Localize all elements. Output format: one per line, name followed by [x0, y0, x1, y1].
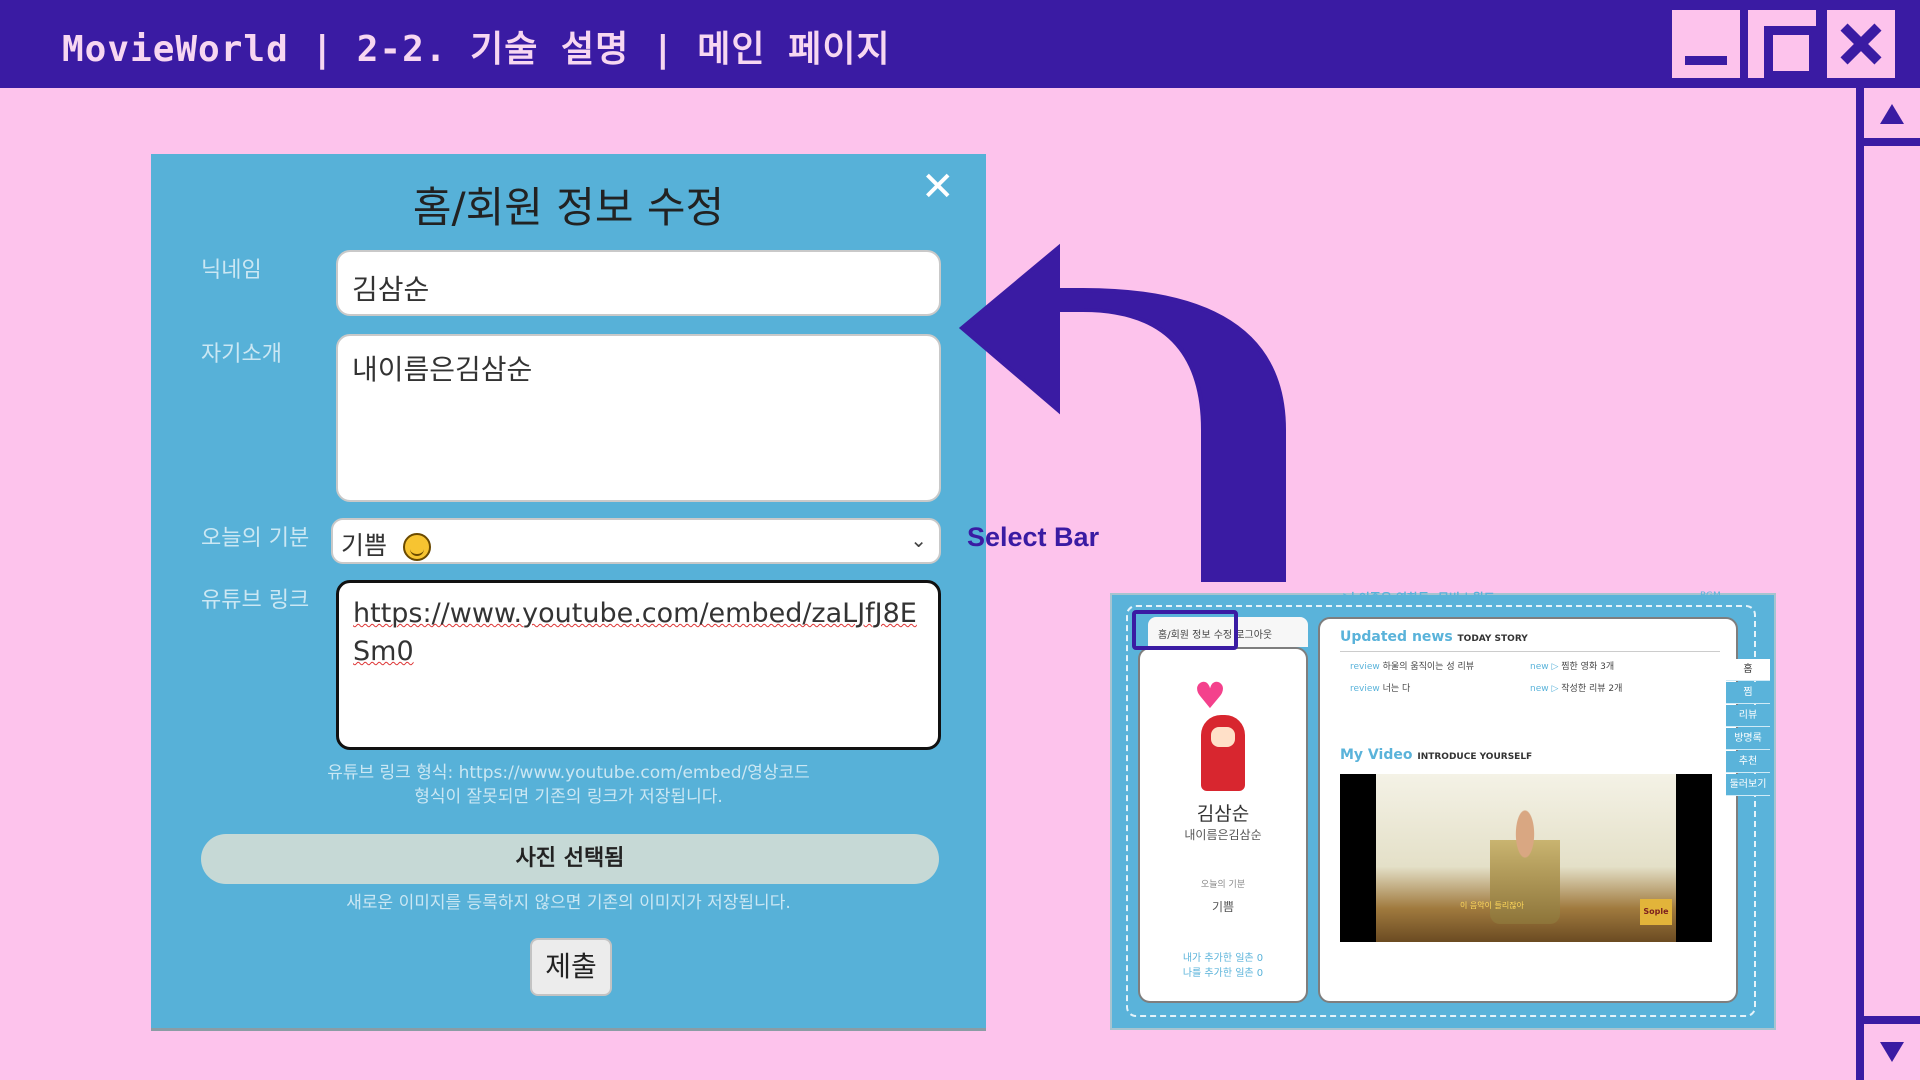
- preview-intro: 내이름은김삼순: [1184, 828, 1262, 842]
- updated-news-title: Updated news: [1340, 629, 1453, 645]
- preview-site-title: ♪ㅏ이좋은 영화들, 무비 | 월드: [1340, 591, 1495, 605]
- heart-icon: ♥: [1193, 676, 1227, 717]
- today-story-label: TODAY STORY: [1457, 634, 1528, 644]
- preview-bgm[interactable]: BGM: [1700, 591, 1721, 601]
- news-item[interactable]: review 하울의 움직이는 성 리뷰: [1350, 659, 1474, 672]
- news-text: 너는 다: [1382, 684, 1411, 694]
- my-video-title: My Video: [1340, 747, 1413, 763]
- news-tag: review: [1350, 684, 1380, 694]
- news-tag: new ▷: [1530, 684, 1559, 694]
- preview-content-panel: ♪ㅏ이좋은 영화들, 무비 | 월드 BGM Updated news TODA…: [1318, 591, 1738, 1003]
- avatar: ♥: [1183, 676, 1263, 793]
- preview-my-video: My Video INTRODUCE YOURSELF: [1340, 747, 1532, 763]
- introduce-label: INTRODUCE YOURSELF: [1417, 752, 1533, 762]
- preview-other-ilchon: 나를 추가한 일촌 0: [1182, 968, 1264, 979]
- news-tag: review: [1350, 662, 1380, 672]
- preview-mood-label: 오늘의 기분: [1200, 880, 1246, 890]
- news-text: 하울의 움직이는 성 리뷰: [1382, 662, 1475, 672]
- preview-side-tab-review[interactable]: 리뷰: [1726, 705, 1770, 727]
- news-text: 작성한 리뷰 2개: [1561, 684, 1623, 694]
- news-item[interactable]: new ▷ 찜한 영화 3개: [1530, 659, 1614, 672]
- video-logo: Sople: [1640, 899, 1672, 925]
- select-bar-highlight: [1132, 610, 1238, 650]
- avatar-face: [1211, 727, 1235, 747]
- preview-side-tab-browse[interactable]: 둘러보기: [1726, 774, 1770, 796]
- preview-side-tab-guestbook[interactable]: 방명록: [1726, 728, 1770, 750]
- preview-side-tab-wish[interactable]: 찜: [1726, 682, 1770, 704]
- main-page-preview: 홈/회원 정보 수정 로그아웃 ♥ 김삼순 내이름은김삼순 오늘의 기분 기쁨 …: [1110, 591, 1776, 1030]
- preview-mood-value: 기쁨: [1211, 900, 1235, 914]
- preview-updated-news: Updated news TODAY STORY: [1340, 629, 1528, 645]
- preview-profile-panel: ♥ 김삼순 내이름은김삼순 오늘의 기분 기쁨 내가 추가한 일촌 0 나를 추…: [1138, 647, 1308, 1003]
- video-caption: 이 음악이 들리잖아: [1460, 901, 1524, 910]
- news-item[interactable]: new ▷ 작성한 리뷰 2개: [1530, 681, 1622, 694]
- preview-name: 김삼순: [1196, 803, 1250, 825]
- news-item[interactable]: review 너는 다: [1350, 681, 1410, 694]
- preview-tab-logout[interactable]: 로그아웃: [1235, 630, 1272, 641]
- news-text: 찜한 영화 3개: [1561, 662, 1615, 672]
- news-divider: [1340, 651, 1720, 652]
- preview-frame: 홈/회원 정보 수정 로그아웃 ♥ 김삼순 내이름은김삼순 오늘의 기분 기쁨 …: [1126, 591, 1756, 1017]
- preview-side-tab-home[interactable]: 홈: [1726, 659, 1770, 681]
- news-tag: new ▷: [1530, 662, 1559, 672]
- preview-side-tab-recommend[interactable]: 추천: [1726, 751, 1770, 773]
- arrow-shape: [958, 243, 1286, 582]
- preview-my-ilchon: 내가 추가한 일촌 0: [1182, 953, 1264, 964]
- preview-video-player[interactable]: 이 음악이 들리잖아 Sople: [1340, 774, 1712, 942]
